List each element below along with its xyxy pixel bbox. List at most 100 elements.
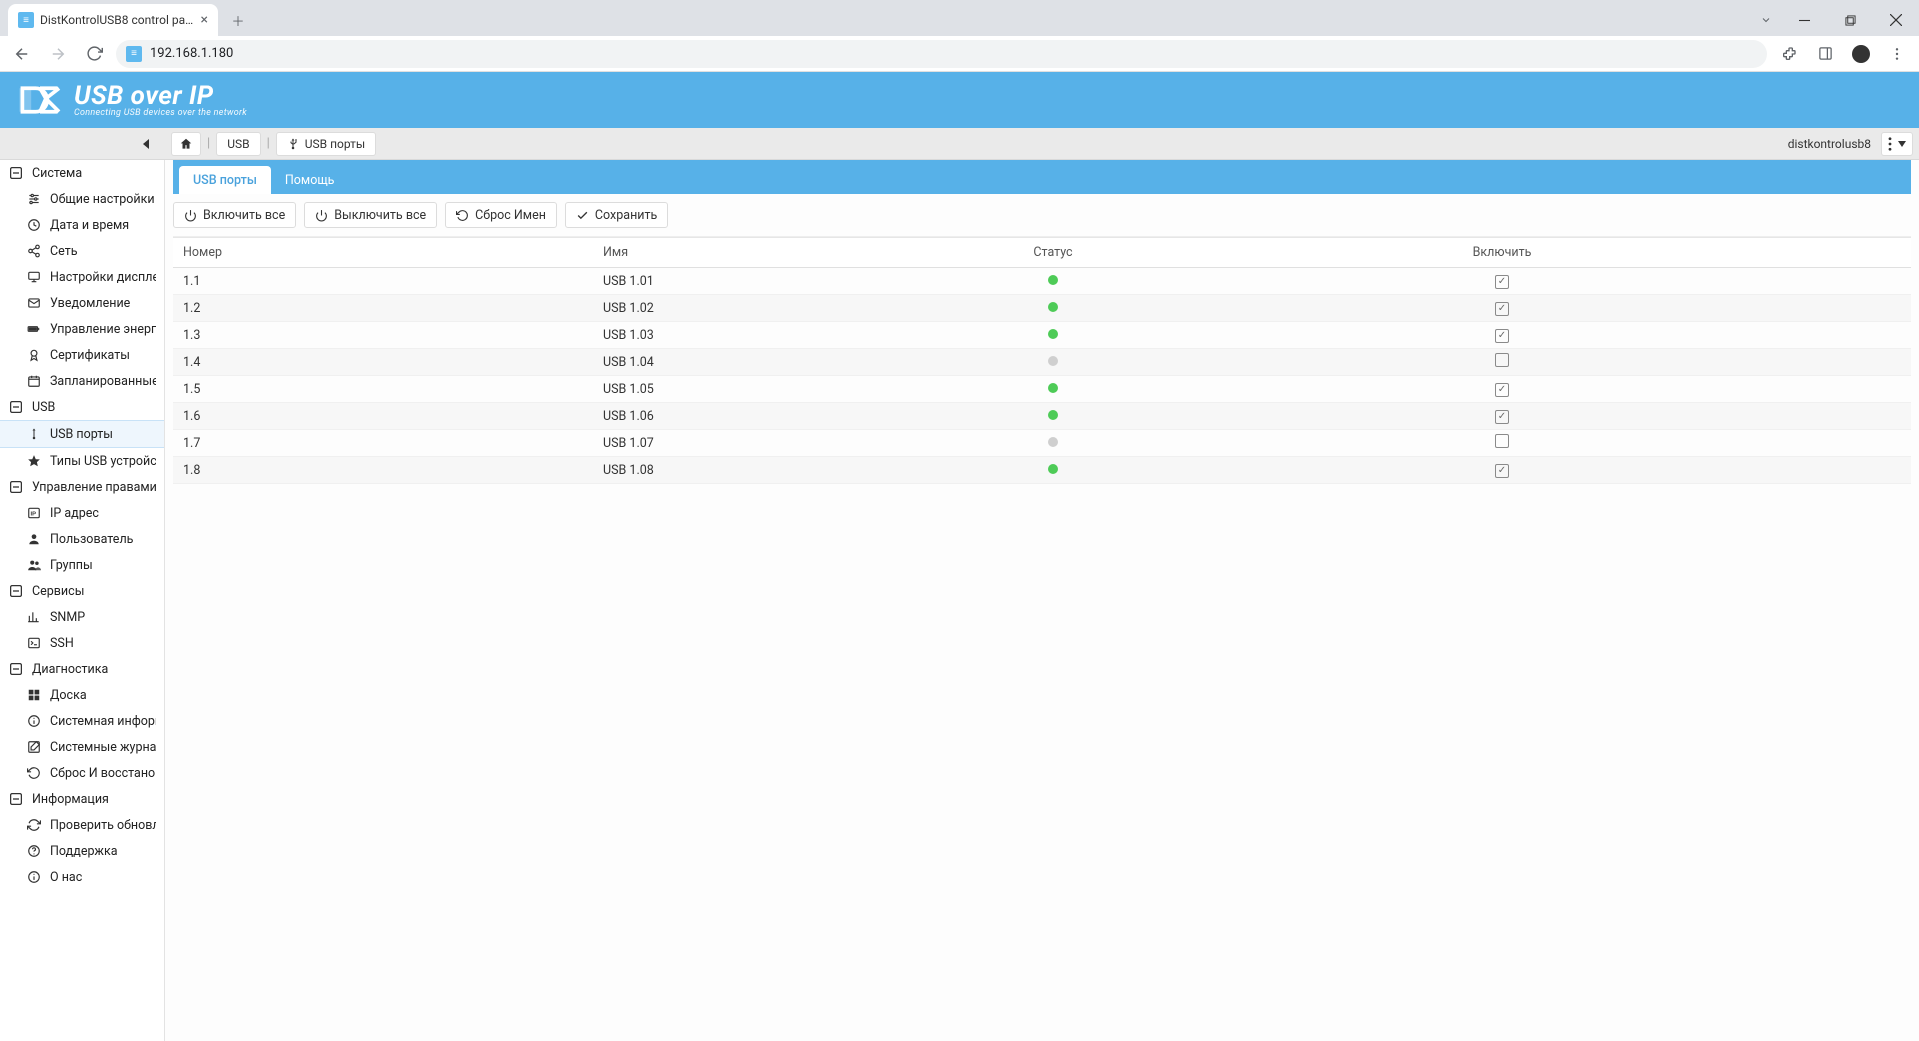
enable-checkbox[interactable]: ✓ [1495,464,1509,478]
cell-number: 1.6 [173,409,593,424]
sidebar-group-info[interactable]: Информация [0,786,164,812]
forward-button[interactable] [44,40,72,68]
sidebar-item-snmp[interactable]: SNMP [0,604,164,630]
sidebar-item-power[interactable]: Управление энергопотр [0,316,164,342]
tab-strip: ≡ DistKontrolUSB8 control panel - × ＋ [0,0,1919,36]
omnibox[interactable]: ≡ 192.168.1.180 [116,40,1767,68]
breadcrumb-home[interactable] [171,132,201,156]
profile-avatar[interactable] [1847,40,1875,68]
sidebar-item-groups[interactable]: Группы [0,552,164,578]
enable-checkbox[interactable]: ✓ [1495,383,1509,397]
sidebar-item-usb-types[interactable]: Типы USB устройств [0,448,164,474]
side-panel-icon[interactable] [1811,40,1839,68]
sidebar-group-services[interactable]: Сервисы [0,578,164,604]
col-header-enable[interactable]: Включить [1093,245,1911,260]
table-row[interactable]: 1.5USB 1.05✓ [173,376,1911,403]
minimize-button[interactable] [1781,4,1827,36]
cell-number: 1.3 [173,328,593,343]
enable-checkbox[interactable]: ✓ [1495,410,1509,424]
enable-all-button[interactable]: Включить все [173,202,296,228]
status-dot-icon [1048,437,1058,447]
breadcrumb-sep: | [207,136,210,151]
sidebar-item-general[interactable]: Общие настройки [0,186,164,212]
minus-box-icon [8,583,24,599]
tab-usb-ports[interactable]: USB порты [179,166,271,194]
reset-names-button[interactable]: Сброс Имен [445,202,557,228]
cell-enable [1093,434,1911,452]
sidebar-item-certs[interactable]: Сертификаты [0,342,164,368]
enable-checkbox[interactable] [1495,434,1509,448]
browser-menu-icon[interactable] [1883,40,1911,68]
sidebar-item-reset[interactable]: Сброс И восстановление [0,760,164,786]
sidebar-group-system[interactable]: Система [0,160,164,186]
sidebar-item-usb-ports[interactable]: USB порты [0,420,164,448]
sidebar-item-dash[interactable]: Доска [0,682,164,708]
sidebar-group-usb[interactable]: USB [0,394,164,420]
enable-checkbox[interactable]: ✓ [1495,275,1509,289]
enable-checkbox[interactable] [1495,353,1509,367]
maximize-button[interactable] [1827,4,1873,36]
browser-tab[interactable]: ≡ DistKontrolUSB8 control panel - × [8,4,218,36]
user-menu-button[interactable] [1881,132,1913,156]
table-row[interactable]: 1.2USB 1.02✓ [173,295,1911,322]
sidebar-item-support[interactable]: Поддержка [0,838,164,864]
sidebar-item-network[interactable]: Сеть [0,238,164,264]
chevron-down-icon[interactable] [1751,4,1781,36]
reload-button[interactable] [80,40,108,68]
share-icon [26,243,42,259]
sidebar-item-display[interactable]: Настройки дисплея [0,264,164,290]
table-row[interactable]: 1.6USB 1.06✓ [173,403,1911,430]
sidebar-item-user[interactable]: Пользователь [0,526,164,552]
sidebar-item-ssh[interactable]: SSH [0,630,164,656]
enable-checkbox[interactable]: ✓ [1495,302,1509,316]
sidebar-item-cron[interactable]: Запланированные задан [0,368,164,394]
col-header-number[interactable]: Номер [173,245,593,260]
site-info-icon[interactable]: ≡ [126,46,142,62]
cell-name: USB 1.08 [593,463,1013,478]
col-header-status[interactable]: Статус [1013,245,1093,260]
extensions-icon[interactable] [1775,40,1803,68]
tab-help[interactable]: Помощь [271,166,349,194]
breadcrumb-sep: | [267,136,270,151]
breadcrumb-level2[interactable]: USB порты [276,132,377,156]
svg-text:IP: IP [31,511,37,517]
new-tab-button[interactable]: ＋ [224,6,252,34]
table-row[interactable]: 1.4USB 1.04 [173,349,1911,376]
sidebar-item-syslog[interactable]: Системные журналы [0,734,164,760]
cell-status [1013,301,1093,316]
minus-box-icon [8,165,24,181]
close-tab-icon[interactable]: × [201,13,208,27]
back-button[interactable] [8,40,36,68]
content-tabs: USB порты Помощь [173,160,1911,194]
url-text: 192.168.1.180 [150,46,233,61]
usb-icon [26,426,42,442]
minus-box-icon [8,399,24,415]
breadcrumb-level1[interactable]: USB [216,132,260,156]
table-row[interactable]: 1.3USB 1.03✓ [173,322,1911,349]
cell-name: USB 1.01 [593,274,1013,289]
close-window-button[interactable] [1873,4,1919,36]
favicon-icon: ≡ [18,12,34,28]
sidebar-item-updates[interactable]: Проверить обновления [0,812,164,838]
sliders-icon [26,191,42,207]
table-row[interactable]: 1.1USB 1.01✓ [173,268,1911,295]
table-row[interactable]: 1.7USB 1.07 [173,430,1911,457]
sidebar-collapse-button[interactable] [0,128,165,160]
table-row[interactable]: 1.8USB 1.08✓ [173,457,1911,484]
sidebar-item-ip[interactable]: IP IP адрес [0,500,164,526]
cell-status [1013,463,1093,478]
sidebar-group-diag[interactable]: Диагностика [0,656,164,682]
sidebar-group-acl[interactable]: Управление правами досту [0,474,164,500]
enable-checkbox[interactable]: ✓ [1495,329,1509,343]
sidebar-item-about[interactable]: О нас [0,864,164,890]
col-header-name[interactable]: Имя [593,245,1013,260]
sidebar-item-datetime[interactable]: Дата и время [0,212,164,238]
sidebar-item-sysinfo[interactable]: Системная информация [0,708,164,734]
minus-box-icon [8,479,24,495]
save-button[interactable]: Сохранить [565,202,668,228]
disable-all-button[interactable]: Выключить все [304,202,437,228]
grid-icon [26,687,42,703]
sidebar-item-notify[interactable]: Уведомление [0,290,164,316]
minus-box-icon [8,661,24,677]
app-body: Система Общие настройки Дата и время Сет… [0,160,1919,1041]
